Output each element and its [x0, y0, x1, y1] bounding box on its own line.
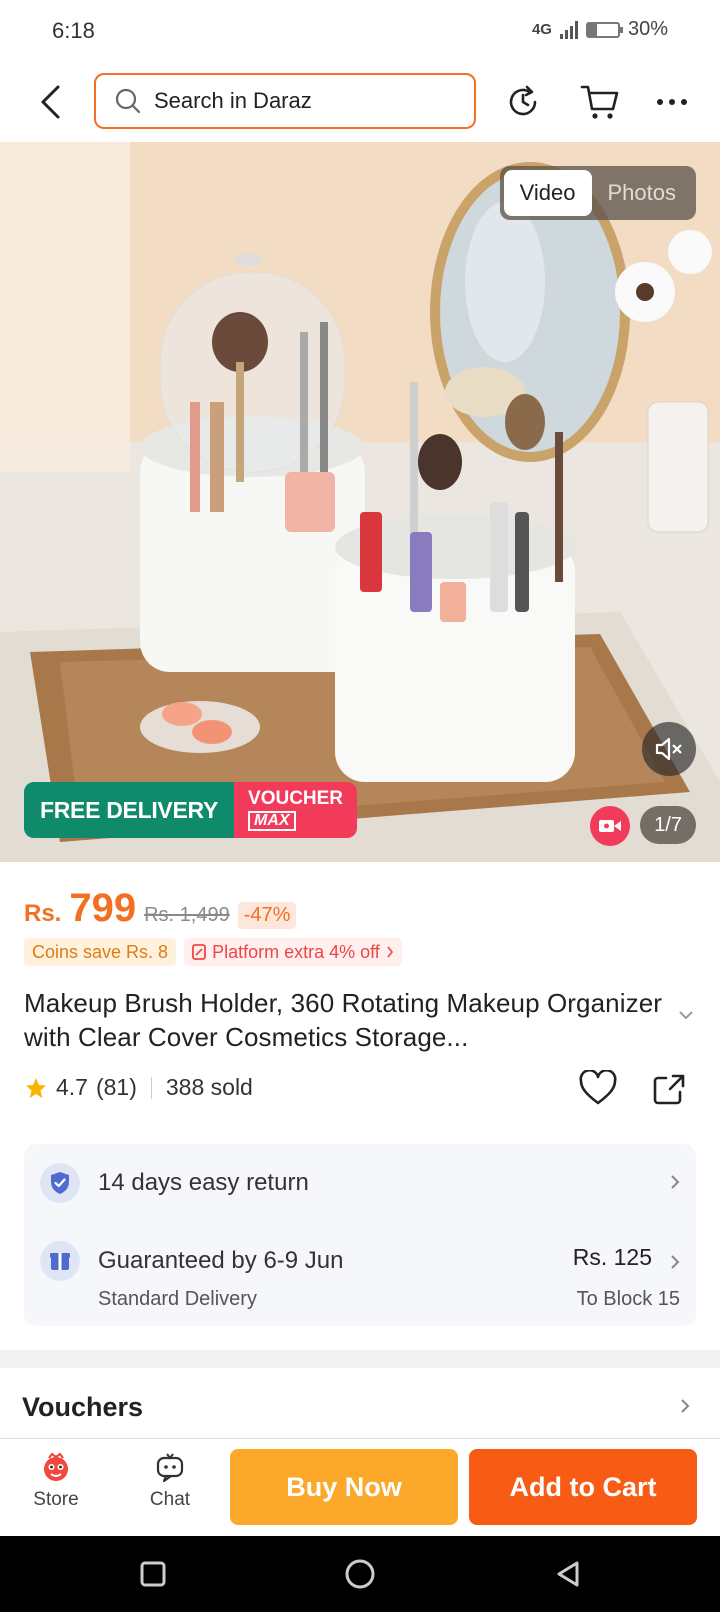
top-header: Search in Daraz	[0, 62, 720, 142]
return-policy-row[interactable]: 14 days easy return	[40, 1162, 680, 1204]
search-input[interactable]: Search in Daraz	[94, 73, 476, 129]
rating-count: (81)	[95, 1074, 137, 1100]
chevron-right-icon	[671, 1175, 680, 1189]
divider	[150, 1076, 152, 1099]
section-divider	[0, 1350, 720, 1368]
tab-photos[interactable]: Photos	[592, 170, 693, 216]
current-price: 799	[69, 886, 137, 930]
service-card: 14 days easy return Guaranteed by 6-9 Ju…	[24, 1144, 696, 1326]
return-policy-text: 14 days easy return	[98, 1169, 309, 1196]
battery-icon	[585, 21, 623, 38]
wishlist-heart-icon[interactable]	[578, 1070, 618, 1106]
share-icon[interactable]	[652, 1072, 686, 1106]
store-icon	[44, 1452, 68, 1481]
recent-apps-icon[interactable]	[133, 1554, 173, 1594]
status-indicators: 4G 30%	[532, 18, 668, 41]
cart-icon[interactable]	[578, 80, 622, 124]
system-nav-bar	[0, 1536, 720, 1612]
delivery-box-icon	[40, 1241, 80, 1281]
original-price: Rs. 1,499	[144, 904, 230, 926]
chevron-right-icon[interactable]	[680, 1398, 690, 1414]
media-pager: 1/7	[640, 806, 696, 844]
chat-label: Chat	[149, 1489, 191, 1510]
rating-row[interactable]: 4.7 (81) 388 sold	[24, 1074, 253, 1101]
signal-icon	[559, 20, 578, 39]
voucher-max-label: MAX	[248, 811, 296, 831]
delivery-guarantee-text: Guaranteed by 6-9 Jun	[98, 1247, 344, 1274]
status-bar: 6:18 4G 30%	[0, 0, 720, 62]
promo-tags: Coins save Rs. 8 Platform extra 4% off	[24, 938, 402, 966]
tab-video[interactable]: Video	[503, 170, 592, 216]
more-icon[interactable]	[650, 80, 694, 124]
sold-count: 388 sold	[165, 1074, 253, 1100]
coins-tag: Coins save Rs. 8	[24, 938, 177, 966]
network-label: 4G	[531, 21, 552, 38]
product-media-gallery[interactable]: Video Photos FREE DELIVERY VOUCHER MAX 1…	[0, 142, 720, 862]
price-row: Rs. 799 Rs. 1,499 -47%	[24, 886, 297, 931]
bottom-action-bar: Store Chat Buy Now Add to Cart	[0, 1438, 720, 1536]
status-time: 6:18	[52, 18, 95, 43]
vouchers-section-title[interactable]: Vouchers	[22, 1392, 143, 1423]
search-icon	[115, 88, 141, 114]
promo-badge: FREE DELIVERY VOUCHER MAX	[24, 782, 358, 838]
add-to-cart-button[interactable]: Add to Cart	[469, 1449, 697, 1525]
media-toggle: Video Photos	[499, 166, 696, 220]
store-button[interactable]: Store	[16, 1451, 96, 1511]
delivery-type: Standard Delivery	[98, 1288, 257, 1310]
home-icon[interactable]	[340, 1554, 380, 1594]
star-icon	[26, 1077, 46, 1098]
free-delivery-badge: FREE DELIVERY	[24, 782, 235, 838]
platform-discount-tag[interactable]: Platform extra 4% off	[184, 938, 402, 966]
discount-badge: -47%	[237, 902, 297, 929]
coupon-icon	[192, 944, 206, 960]
history-icon[interactable]	[501, 80, 545, 124]
chevron-right-icon[interactable]	[670, 1254, 680, 1270]
chevron-right-icon	[387, 946, 393, 958]
delivery-fee: Rs. 125	[572, 1244, 652, 1270]
store-label: Store	[33, 1489, 79, 1510]
video-camera-icon[interactable]	[590, 806, 630, 846]
shield-check-icon	[40, 1163, 80, 1203]
chevron-down-icon[interactable]	[678, 1010, 694, 1020]
voucher-max-badge: VOUCHER MAX	[234, 782, 358, 838]
battery-percent: 30%	[627, 18, 668, 40]
back-arrow-icon[interactable]	[30, 80, 70, 124]
back-triangle-icon[interactable]	[548, 1554, 588, 1594]
chat-icon	[156, 1453, 184, 1483]
search-placeholder: Search in Daraz	[154, 88, 312, 113]
product-photo	[0, 142, 720, 862]
rating-value: 4.7	[56, 1074, 88, 1100]
chat-button[interactable]: Chat	[130, 1451, 210, 1511]
platform-discount-label: Platform extra 4% off	[212, 941, 380, 962]
delivery-destination: To Block 15	[576, 1288, 680, 1310]
voucher-label: VOUCHER	[248, 788, 344, 809]
buy-now-button[interactable]: Buy Now	[230, 1449, 458, 1525]
product-title[interactable]: Makeup Brush Holder, 360 Rotating Makeup…	[24, 986, 674, 1054]
mute-icon[interactable]	[642, 722, 696, 776]
currency-label: Rs.	[24, 900, 62, 927]
